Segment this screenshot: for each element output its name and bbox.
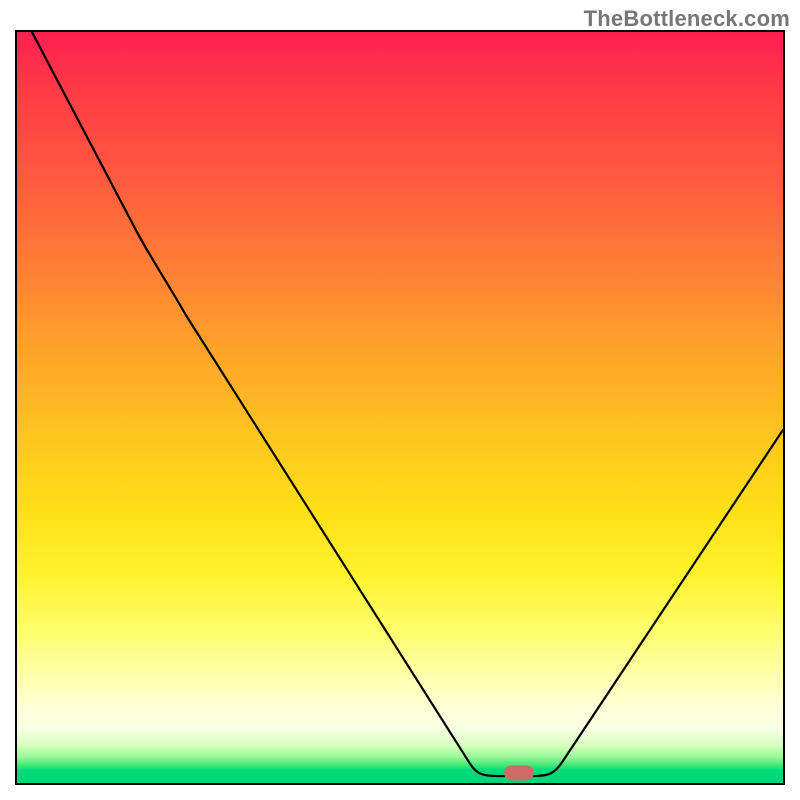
chart-plot-area: [15, 30, 785, 785]
bottleneck-curve: [17, 32, 783, 783]
optimal-point-marker: [504, 766, 534, 781]
watermark-text: TheBottleneck.com: [584, 6, 790, 32]
